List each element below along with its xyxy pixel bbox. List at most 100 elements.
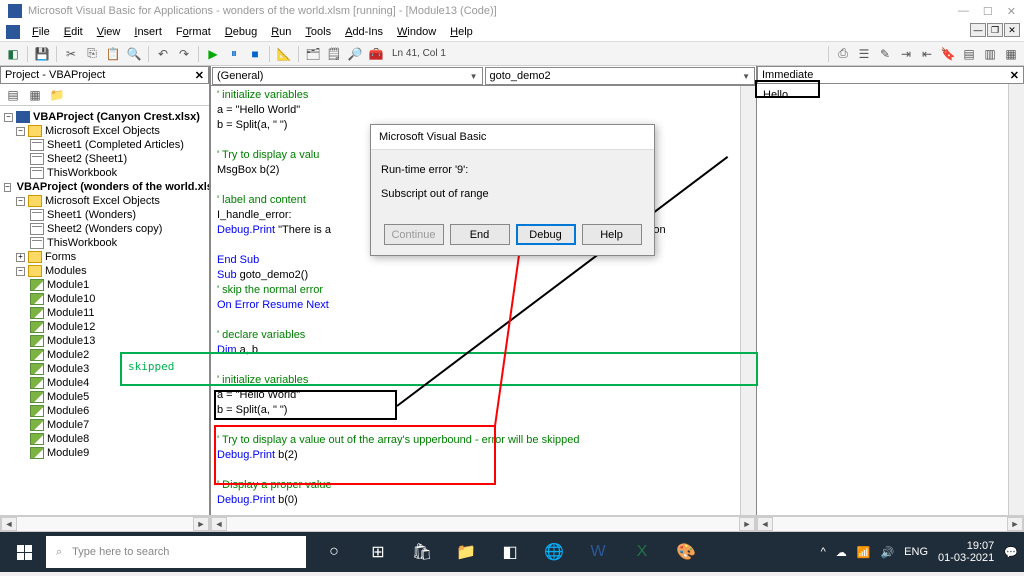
run-icon[interactable]: ▶ — [204, 45, 222, 63]
maximize-icon[interactable]: ☐ — [983, 5, 993, 18]
view-excel-icon[interactable]: ◧ — [4, 45, 22, 63]
child-restore-icon[interactable]: ❐ — [987, 23, 1003, 37]
copy-icon[interactable]: ⎘ — [83, 45, 101, 63]
excel-icon — [6, 25, 20, 39]
view-object-icon[interactable]: ▦ — [26, 86, 44, 104]
undo-icon[interactable]: ↶ — [154, 45, 172, 63]
search-icon: ⌕ — [56, 546, 62, 559]
child-minimize-icon[interactable]: — — [970, 23, 986, 37]
view-code-icon[interactable]: ▤ — [4, 86, 22, 104]
start-button[interactable] — [4, 532, 44, 572]
immediate-scrollbar-h[interactable]: ◄► — [756, 516, 1024, 532]
tray-chevron-icon[interactable]: ^ — [821, 546, 826, 558]
project-scrollbar-h[interactable]: ◄► — [0, 516, 210, 532]
project-tree[interactable]: −VBAProject (Canyon Crest.xlsx) −Microso… — [0, 106, 209, 515]
wifi-icon[interactable]: 📶 — [857, 546, 871, 559]
menu-debug[interactable]: Debug — [219, 24, 263, 40]
menu-insert[interactable]: Insert — [128, 24, 168, 40]
app-icon-1[interactable]: ◧ — [488, 532, 532, 572]
notifications-icon[interactable]: 💬 — [1004, 546, 1018, 559]
tb-icon-9[interactable]: ▦ — [1002, 45, 1020, 63]
help-button[interactable]: Help — [582, 224, 642, 245]
menubar: File Edit View Insert Format Debug Run T… — [0, 22, 1024, 42]
project-panel-title: Project - VBAProject ✕ — [0, 66, 209, 84]
paste-icon[interactable]: 📋 — [104, 45, 122, 63]
window-controls: — ☐ ✕ — [958, 5, 1016, 18]
tb-icon-7[interactable]: ▤ — [960, 45, 978, 63]
volume-icon[interactable]: 🔊 — [880, 546, 894, 559]
child-close-icon[interactable]: ✕ — [1004, 23, 1020, 37]
search-placeholder: Type here to search — [72, 546, 169, 558]
excel-icon[interactable]: X — [620, 532, 664, 572]
onedrive-icon[interactable]: ☁ — [836, 546, 847, 559]
close-icon[interactable]: ✕ — [1007, 5, 1016, 18]
menu-edit[interactable]: Edit — [58, 24, 89, 40]
cursor-position: Ln 41, Col 1 — [392, 48, 446, 59]
cortana-icon[interactable]: ○ — [312, 532, 356, 572]
break-icon[interactable]: ⏸ — [225, 45, 243, 63]
immediate-panel: Immediate ✕ Hello — [756, 66, 1024, 515]
menu-file[interactable]: File — [26, 24, 56, 40]
procedure-dropdown[interactable]: goto_demo2▼ — [485, 67, 756, 85]
tb-icon-5[interactable]: ⇤ — [918, 45, 936, 63]
design-mode-icon[interactable]: 📐 — [275, 45, 293, 63]
annotation-skipped-label: skipped — [128, 360, 174, 373]
menu-run[interactable]: Run — [265, 24, 297, 40]
minimize-icon[interactable]: — — [958, 5, 969, 18]
taskview-icon[interactable]: ⊞ — [356, 532, 400, 572]
project-close-icon[interactable]: ✕ — [195, 69, 204, 82]
tb-icon-2[interactable]: ☰ — [855, 45, 873, 63]
paint-icon[interactable]: 🎨 — [664, 532, 708, 572]
immediate-content[interactable]: Hello — [757, 84, 1024, 515]
menu-window[interactable]: Window — [391, 24, 442, 40]
tb-icon-6[interactable]: 🔖 — [939, 45, 957, 63]
project-panel-tools: ▤ ▦ 📁 — [0, 84, 209, 106]
immediate-close-icon[interactable]: ✕ — [1010, 69, 1019, 82]
tb-icon-8[interactable]: ▥ — [981, 45, 999, 63]
continue-button: Continue — [384, 224, 444, 245]
lang-indicator[interactable]: ENG — [904, 546, 928, 558]
redo-icon[interactable]: ↷ — [175, 45, 193, 63]
tb-icon-4[interactable]: ⇥ — [897, 45, 915, 63]
properties-icon[interactable]: 🗒 — [325, 45, 343, 63]
taskbar-search[interactable]: ⌕ Type here to search — [46, 536, 306, 568]
debug-button[interactable]: Debug — [516, 224, 576, 245]
object-browser-icon[interactable]: 🔎 — [346, 45, 364, 63]
taskbar-apps: ○ ⊞ 🛍 📁 ◧ 🌐 W X 🎨 — [312, 532, 708, 572]
end-button[interactable]: End — [450, 224, 510, 245]
vba-icon — [8, 4, 22, 18]
menu-view[interactable]: View — [91, 24, 127, 40]
cut-icon[interactable]: ✂ — [62, 45, 80, 63]
code-scrollbar-h[interactable]: ◄► — [210, 516, 756, 532]
word-icon[interactable]: W — [576, 532, 620, 572]
code-dropdowns: (General)▼ goto_demo2▼ — [211, 66, 756, 86]
immediate-title: Immediate ✕ — [757, 66, 1024, 84]
taskbar: ⌕ Type here to search ○ ⊞ 🛍 📁 ◧ 🌐 W X 🎨 … — [0, 532, 1024, 572]
menu-tools[interactable]: Tools — [299, 24, 337, 40]
object-dropdown[interactable]: (General)▼ — [212, 67, 483, 85]
find-icon[interactable]: 🔍 — [125, 45, 143, 63]
child-window-controls: — ❐ ✕ — [970, 23, 1020, 37]
toolbox-icon[interactable]: 🧰 — [367, 45, 385, 63]
clock[interactable]: 19:07 01-03-2021 — [938, 540, 994, 564]
project-panel: Project - VBAProject ✕ ▤ ▦ 📁 −VBAProject… — [0, 66, 210, 515]
menu-help[interactable]: Help — [444, 24, 479, 40]
toggle-folders-icon[interactable]: 📁 — [48, 86, 66, 104]
tb-icon-1[interactable]: ⎙ — [834, 45, 852, 63]
edge-icon[interactable]: 🌐 — [532, 532, 576, 572]
dialog-error-msg: Subscript out of range — [381, 188, 644, 200]
tb-icon-3[interactable]: ✎ — [876, 45, 894, 63]
store-icon[interactable]: 🛍 — [400, 532, 444, 572]
project-explorer-icon[interactable]: 🗂 — [304, 45, 322, 63]
reset-icon[interactable]: ■ — [246, 45, 264, 63]
dialog-buttons: Continue End Debug Help — [371, 218, 654, 255]
title-text: Microsoft Visual Basic for Applications … — [28, 5, 958, 17]
immediate-scrollbar-v[interactable] — [1008, 84, 1024, 515]
toolbar: ◧ 💾 ✂ ⎘ 📋 🔍 ↶ ↷ ▶ ⏸ ■ 📐 🗂 🗒 🔎 🧰 Ln 41, C… — [0, 42, 1024, 66]
menu-addins[interactable]: Add-Ins — [339, 24, 389, 40]
code-scrollbar-v[interactable] — [740, 86, 756, 515]
explorer-icon[interactable]: 📁 — [444, 532, 488, 572]
save-icon[interactable]: 💾 — [33, 45, 51, 63]
menu-format[interactable]: Format — [170, 24, 217, 40]
titlebar: Microsoft Visual Basic for Applications … — [0, 0, 1024, 22]
